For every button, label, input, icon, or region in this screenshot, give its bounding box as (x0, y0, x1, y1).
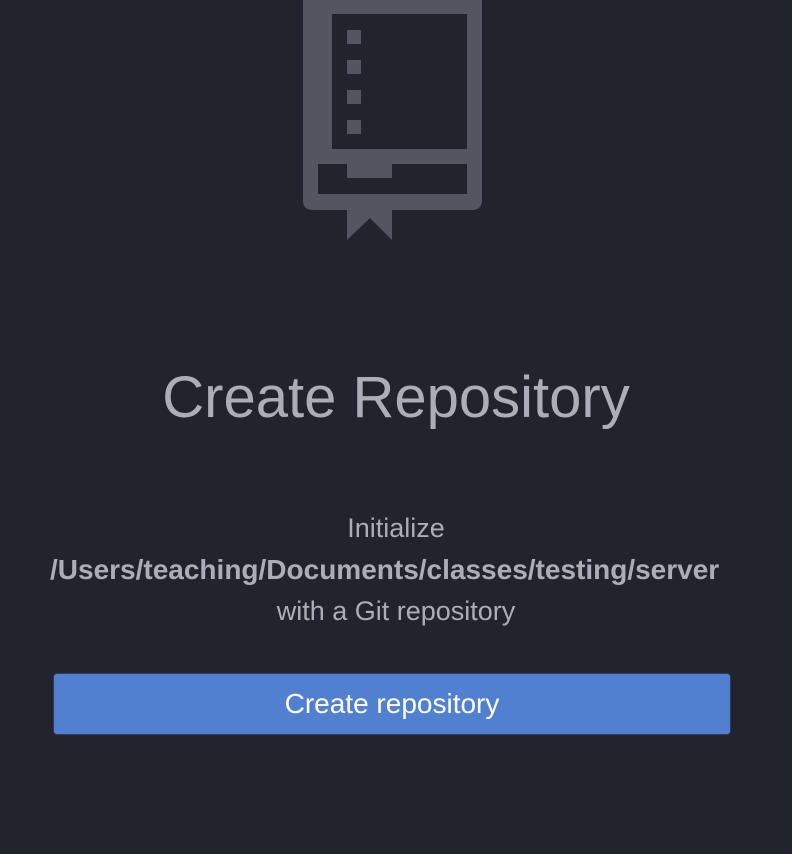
repo-book-icon (303, 0, 482, 240)
initialize-label: Initialize (347, 513, 445, 543)
create-repository-button[interactable]: Create repository (53, 673, 731, 735)
git-repository-label: with a Git repository (276, 596, 516, 626)
repository-path: /Users/teaching/Documents/classes/testin… (50, 554, 720, 585)
page-title: Create Repository (162, 365, 630, 430)
